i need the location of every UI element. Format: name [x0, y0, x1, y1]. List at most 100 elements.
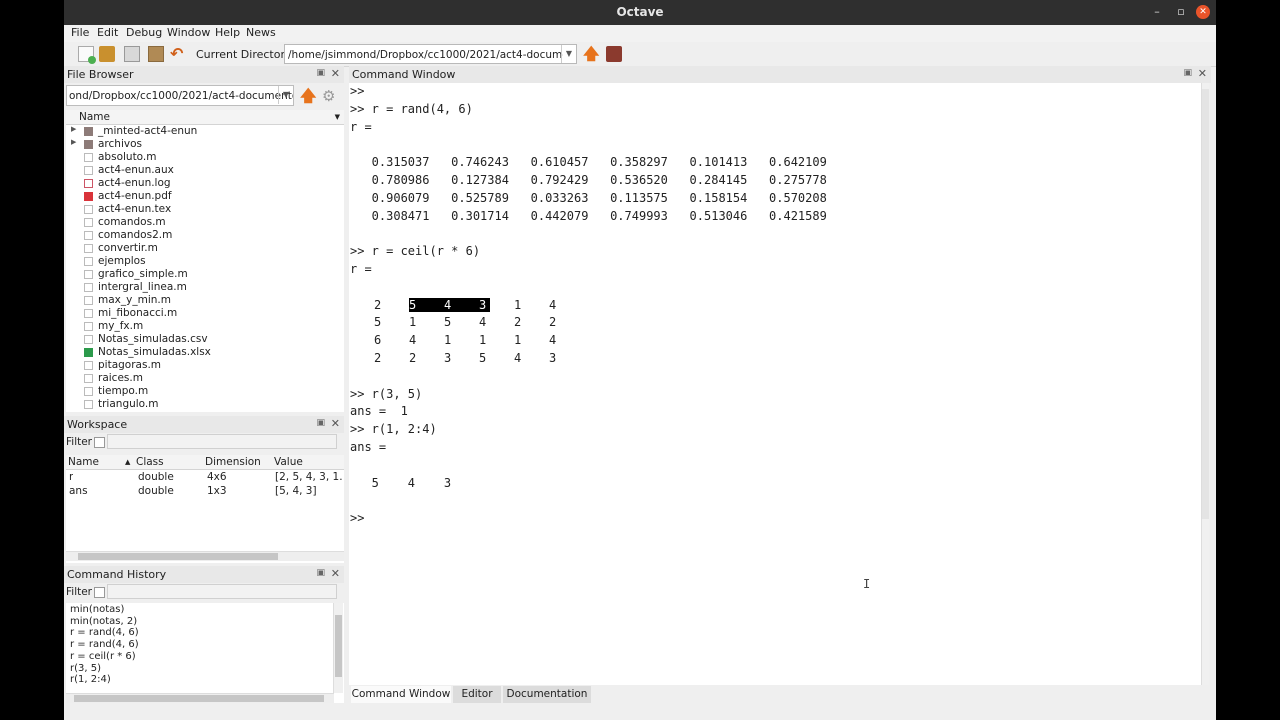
close-icon[interactable]: ✕	[1196, 5, 1210, 19]
history-filter-checkbox[interactable]	[94, 587, 105, 598]
file-browser-up-icon[interactable]: 🡅	[300, 88, 316, 104]
tab-documentation[interactable]: Documentation	[503, 686, 591, 703]
expand-arrow-icon[interactable]: ▶	[71, 125, 76, 133]
history-item[interactable]: r = rand(4, 6)	[70, 627, 139, 638]
scrollbar-thumb[interactable]	[74, 695, 324, 702]
close-pane-icon[interactable]: ✕	[331, 417, 340, 430]
matrix-cell: 1	[479, 333, 487, 348]
paste-icon[interactable]	[148, 46, 164, 62]
list-item[interactable]: ejemplos	[66, 255, 344, 268]
new-script-icon[interactable]	[78, 46, 96, 64]
list-item[interactable]: convertir.m	[66, 242, 344, 255]
file-name: absoluto.m	[98, 151, 157, 163]
menu-file[interactable]: File	[71, 26, 89, 39]
file-name: act4-enun.aux	[98, 164, 174, 176]
chevron-down-icon[interactable]: ▼	[278, 86, 293, 104]
menu-edit[interactable]: Edit	[97, 26, 118, 39]
undock-icon[interactable]: ▣	[316, 68, 325, 78]
menu-window[interactable]: Window	[167, 26, 210, 39]
history-hscrollbar[interactable]	[66, 693, 334, 703]
scrollbar-thumb[interactable]	[1202, 89, 1209, 519]
parent-directory-icon[interactable]: 🡅	[583, 46, 599, 62]
command-window-console[interactable]: >> >> r = rand(4, 6) r = 0.315037 0.746243…	[349, 83, 1209, 685]
list-item[interactable]: pitagoras.m	[66, 359, 344, 372]
list-item[interactable]: max_y_min.m	[66, 294, 344, 307]
command-window-title: Command Window	[352, 68, 456, 81]
history-vscrollbar[interactable]	[333, 603, 343, 693]
list-item[interactable]: mi_fibonacci.m	[66, 307, 344, 320]
scrollbar-thumb[interactable]	[78, 553, 278, 560]
history-item[interactable]: r = rand(4, 6)	[70, 639, 139, 650]
ws-col-name[interactable]: Name	[68, 456, 99, 468]
maximize-icon[interactable]: ▫	[1174, 5, 1188, 19]
list-item[interactable]: intergral_linea.m	[66, 281, 344, 294]
close-pane-icon[interactable]: ✕	[1198, 67, 1207, 80]
list-item[interactable]: my_fx.m	[66, 320, 344, 333]
copy-icon[interactable]	[124, 46, 140, 62]
history-item[interactable]: r(1, 2:4)	[70, 674, 111, 685]
history-filter-input[interactable]	[107, 584, 337, 599]
undo-icon[interactable]: ↶	[170, 46, 186, 62]
undock-icon[interactable]: ▣	[316, 418, 325, 428]
list-item[interactable]: grafico_simple.m	[66, 268, 344, 281]
list-item[interactable]: ▶ _minted-act4-enun	[66, 125, 344, 138]
list-item[interactable]: comandos.m	[66, 216, 344, 229]
close-pane-icon[interactable]: ✕	[331, 67, 340, 80]
history-item[interactable]: r = ceil(r * 6)	[70, 651, 136, 662]
chevron-down-icon[interactable]: ▼	[561, 45, 576, 63]
pdf-file-icon	[84, 192, 93, 201]
minimize-icon[interactable]: –	[1150, 5, 1164, 19]
browse-directories-icon[interactable]	[606, 46, 622, 62]
workspace-hscrollbar[interactable]	[66, 551, 344, 561]
file-name: ejemplos	[98, 255, 146, 267]
history-title: Command History	[67, 568, 167, 581]
list-item[interactable]: tiempo.m	[66, 385, 344, 398]
matrix-cell: 1	[514, 333, 522, 348]
console-line: 0.780986 0.127384 0.792429 0.536520 0.28…	[350, 173, 827, 187]
gear-icon[interactable]: ⚙	[322, 88, 335, 104]
list-item[interactable]: triangulo.m	[66, 398, 344, 411]
list-item[interactable]: raices.m	[66, 372, 344, 385]
tab-editor[interactable]: Editor	[453, 686, 501, 703]
file-browser-column-header[interactable]: Name ▼	[66, 110, 344, 125]
console-vscrollbar[interactable]	[1201, 83, 1209, 685]
list-item[interactable]: comandos2.m	[66, 229, 344, 242]
history-item[interactable]: min(notas, 2)	[70, 616, 137, 627]
menu-help[interactable]: Help	[215, 26, 240, 39]
open-file-icon[interactable]	[99, 46, 115, 62]
history-item[interactable]: min(notas)	[70, 604, 124, 615]
file-icon	[84, 283, 93, 292]
ws-col-value[interactable]: Value	[274, 456, 303, 468]
ws-col-class[interactable]: Class	[136, 456, 164, 468]
history-item[interactable]: r(3, 5)	[70, 663, 101, 674]
console-line: r =	[350, 262, 372, 276]
file-icon	[84, 335, 93, 344]
list-item[interactable]: Notas_simuladas.xlsx	[66, 346, 344, 359]
matrix-cell: 4	[444, 297, 479, 312]
file-browser-path-input[interactable]: ond/Dropbox/cc1000/2021/act4-documentos …	[66, 85, 294, 106]
workspace-filter-input[interactable]	[107, 434, 337, 449]
ws-col-dimension[interactable]: Dimension	[205, 456, 261, 468]
table-row[interactable]: r double 4x6 [2, 5, 4, 3, 1...	[66, 470, 344, 484]
file-icon	[84, 270, 93, 279]
list-item[interactable]: act4-enun.log	[66, 177, 344, 190]
current-directory-input[interactable]: /home/jsimmond/Dropbox/cc1000/2021/act4-…	[284, 44, 577, 64]
list-item[interactable]: act4-enun.aux	[66, 164, 344, 177]
list-item[interactable]: ▶ archivos	[66, 138, 344, 151]
matrix-cell: 3	[444, 351, 452, 365]
list-item[interactable]: act4-enun.tex	[66, 203, 344, 216]
menu-news[interactable]: News	[246, 26, 276, 39]
table-row[interactable]: ans double 1x3 [5, 4, 3]	[66, 484, 344, 498]
expand-arrow-icon[interactable]: ▶	[71, 138, 76, 146]
undock-icon[interactable]: ▣	[316, 568, 325, 578]
workspace-column-header: Name ▲ Class Dimension Value	[66, 455, 344, 470]
workspace-filter-checkbox[interactable]	[94, 437, 105, 448]
close-pane-icon[interactable]: ✕	[331, 567, 340, 580]
list-item[interactable]: absoluto.m	[66, 151, 344, 164]
tab-command-window[interactable]: Command Window	[351, 686, 451, 703]
list-item[interactable]: act4-enun.pdf	[66, 190, 344, 203]
list-item[interactable]: Notas_simuladas.csv	[66, 333, 344, 346]
scrollbar-thumb[interactable]	[335, 615, 342, 677]
menu-debug[interactable]: Debug	[126, 26, 162, 39]
undock-icon[interactable]: ▣	[1183, 68, 1192, 78]
